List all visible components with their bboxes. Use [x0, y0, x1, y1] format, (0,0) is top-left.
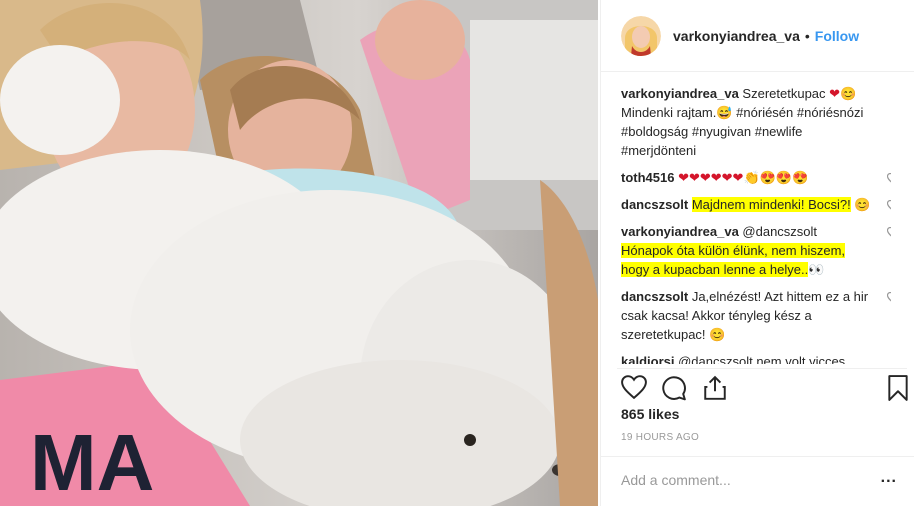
action-bar: [617, 368, 909, 409]
comment-username[interactable]: varkonyiandrea_va: [621, 86, 739, 101]
comment-text: Mindenki rajtam.: [621, 105, 717, 120]
separator-dot: •: [804, 27, 810, 44]
add-comment-input[interactable]: Add a comment...: [621, 472, 731, 488]
username-link[interactable]: varkonyiandrea_va: [673, 28, 800, 44]
heart-outline-icon[interactable]: [886, 289, 891, 308]
comment-username[interactable]: dancszsolt: [621, 197, 688, 212]
comment-username[interactable]: dancszsolt: [621, 289, 688, 304]
comment-username[interactable]: kaldiorsi: [621, 354, 674, 364]
share-icon[interactable]: [703, 375, 727, 406]
comment-item: dancszsolt Ja,elnézést! Azt hittem ez a …: [621, 287, 891, 344]
follow-button[interactable]: Follow: [815, 28, 859, 44]
comment-text: 😊: [840, 86, 857, 101]
svg-text:MA: MA: [30, 418, 154, 506]
likes-count[interactable]: 865 likes: [621, 406, 679, 422]
more-options-icon[interactable]: ...: [881, 469, 897, 487]
comment-text: 😍😍😍: [759, 170, 809, 185]
comment-text: @dancszsolt nem volt vicces: [678, 354, 846, 364]
comment-username[interactable]: varkonyiandrea_va: [621, 224, 739, 239]
avatar-image: [621, 15, 661, 56]
post-photo-illustration: MA: [0, 0, 598, 506]
comment-item: toth4516 ❤❤❤❤❤❤👏😍😍😍: [621, 168, 891, 187]
comment-item: dancszsolt Majdnem mindenki! Bocsi?! 😊: [621, 195, 891, 214]
comment-text: 👏: [743, 170, 760, 185]
comment-item: varkonyiandrea_va @dancszsolt Hónapok ót…: [621, 222, 891, 279]
comment-text: ❤❤❤❤❤❤: [678, 170, 744, 185]
post-header: varkonyiandrea_va • Follow: [601, 0, 914, 72]
comment-text: 👀: [808, 262, 825, 277]
heart-icon[interactable]: [621, 375, 647, 404]
heart-outline-icon[interactable]: [886, 197, 891, 216]
comment-icon[interactable]: [661, 375, 687, 406]
heart-outline-icon[interactable]: [886, 224, 891, 243]
comment-text: 😊: [709, 327, 726, 342]
comment-item: varkonyiandrea_va Szeretetkupac ❤😊 Minde…: [621, 84, 891, 160]
post-photo[interactable]: MA: [0, 0, 598, 506]
comments-list[interactable]: varkonyiandrea_va Szeretetkupac ❤😊 Minde…: [621, 84, 891, 364]
instagram-post: MA varkonyiandrea_va • Follow varkonyian…: [0, 0, 914, 506]
bookmark-icon[interactable]: [887, 375, 909, 406]
post-side-panel: varkonyiandrea_va • Follow varkonyiandre…: [600, 0, 914, 506]
avatar[interactable]: [621, 15, 661, 56]
comment-text: 😅: [716, 105, 733, 120]
add-comment-bar: Add a comment... ...: [601, 456, 914, 506]
post-timestamp[interactable]: 19 HOURS AGO: [621, 432, 699, 443]
comment-username[interactable]: toth4516: [621, 170, 674, 185]
comment-item: kaldiorsi @dancszsolt nem volt vicces: [621, 352, 891, 364]
highlighted-comment-text: Majdnem mindenki! Bocsi?!: [691, 197, 851, 212]
comment-text: @dancszsolt: [742, 224, 818, 239]
comment-text: 😊: [850, 197, 871, 212]
comment-text: ❤: [829, 86, 841, 101]
heart-outline-icon[interactable]: [886, 170, 891, 189]
comment-text: Szeretetkupac: [742, 86, 830, 101]
